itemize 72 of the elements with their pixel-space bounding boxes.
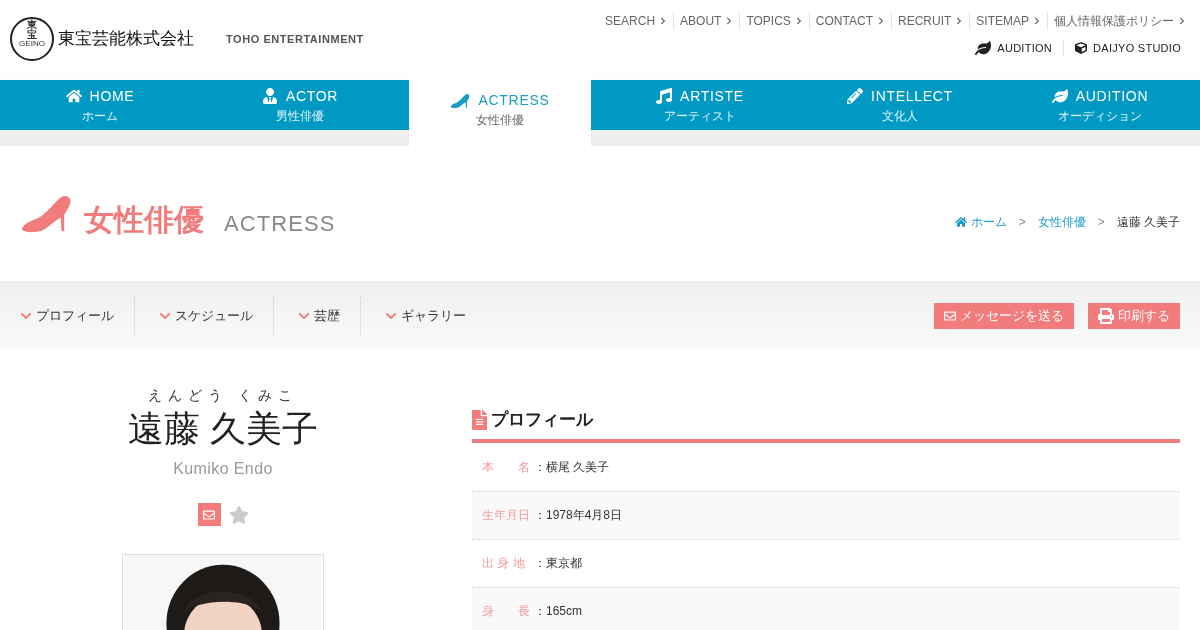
field-separator: ： (534, 458, 546, 476)
field-separator: ： (534, 603, 546, 620)
company-name: 東宝芸能株式会社 (58, 28, 194, 51)
section-tab[interactable]: プロフィール (20, 296, 134, 336)
field-value: 横尾 久美子 (546, 458, 610, 476)
utility-link[interactable]: 個人情報保護ポリシー (1047, 12, 1192, 30)
company-english-name: TOHO ENTERTAINMENT (226, 31, 364, 47)
pencil-icon (847, 88, 864, 104)
favorite-star-icon[interactable] (228, 504, 249, 525)
logo-character: 東 (27, 20, 37, 30)
romanized-name: Kumiko Endo (173, 459, 273, 479)
utility-button[interactable]: DAIJYO STUDIO (1063, 40, 1192, 57)
chevron-right-icon (955, 17, 964, 25)
section-tab[interactable]: ギャラリー (360, 296, 486, 336)
chevron-right-icon (659, 17, 668, 25)
chevron-right-icon (725, 17, 734, 25)
utility-button[interactable]: AUDITION (964, 40, 1064, 57)
breadcrumb-separator: > (1097, 213, 1105, 231)
chevron-down-icon (298, 310, 310, 322)
nav-tab[interactable]: HOME ホーム (0, 80, 200, 130)
utility-link[interactable]: SITEMAP (969, 12, 1047, 30)
high-heel-icon (450, 92, 471, 109)
envelope-icon (203, 508, 215, 521)
page-title: 女性俳優 (84, 204, 204, 235)
suit-icon (261, 88, 278, 104)
utility-link[interactable]: TOPICS (739, 12, 809, 30)
music-note-icon (656, 88, 673, 104)
breadcrumb-current: 遠藤 久美子 (1116, 213, 1180, 231)
name-reading: えんどう くみこ (148, 386, 298, 405)
document-icon (472, 409, 487, 430)
breadcrumb-link[interactable]: ホーム (954, 212, 1007, 231)
chevron-right-icon (1178, 17, 1186, 25)
field-separator: ： (534, 507, 546, 524)
chevron-right-icon (794, 17, 803, 25)
utility-link[interactable]: SEARCH (599, 12, 674, 30)
logo-ring-text: GEINO (19, 40, 45, 48)
nav-tab[interactable]: ARTISTE アーティスト (600, 80, 800, 130)
field-label: 本 名 (482, 458, 531, 476)
chevron-down-icon (159, 310, 171, 322)
nav-tab[interactable]: AUDITION オーディション (1000, 80, 1200, 130)
chevron-right-icon (876, 17, 885, 25)
nav-tab[interactable]: INTELLECT 文化人 (800, 80, 1000, 130)
section-tab[interactable]: 芸歴 (273, 296, 360, 336)
mail-button[interactable] (197, 503, 221, 526)
field-value: 165cm (546, 603, 583, 620)
page-title-english: ACTRESS (224, 212, 336, 235)
field-value: 東京都 (546, 555, 582, 572)
section-heading: プロフィール (491, 409, 593, 431)
leaf-icon (975, 40, 992, 57)
nav-tab[interactable]: ACTOR 男性俳優 (200, 80, 400, 130)
leaf-icon (1051, 88, 1068, 104)
utility-link[interactable]: RECRUIT (890, 12, 970, 30)
logo-character: 宝 (27, 30, 37, 40)
section-tab[interactable]: スケジュール (134, 296, 273, 336)
field-label: 身 長 (482, 603, 531, 620)
home-icon (65, 88, 82, 104)
cube-icon (1075, 42, 1088, 55)
actress-name: 遠藤 久美子 (128, 407, 318, 451)
field-label: 生年月日 (482, 507, 531, 524)
field-value: 1978年4月8日 (546, 507, 623, 524)
field-separator: ： (534, 555, 546, 572)
home-icon (954, 215, 967, 228)
utility-link[interactable]: CONTACT (808, 12, 891, 30)
chevron-down-icon (20, 310, 32, 322)
envelope-icon (944, 310, 956, 322)
breadcrumb-separator: > (1018, 213, 1026, 231)
chevron-down-icon (385, 310, 397, 322)
printer-icon (1098, 308, 1114, 324)
chevron-right-icon (1033, 17, 1041, 25)
breadcrumb-link[interactable]: 女性俳優 (1037, 212, 1086, 231)
field-label: 出 身 地 (482, 555, 526, 572)
utility-link[interactable]: ABOUT (673, 12, 740, 30)
